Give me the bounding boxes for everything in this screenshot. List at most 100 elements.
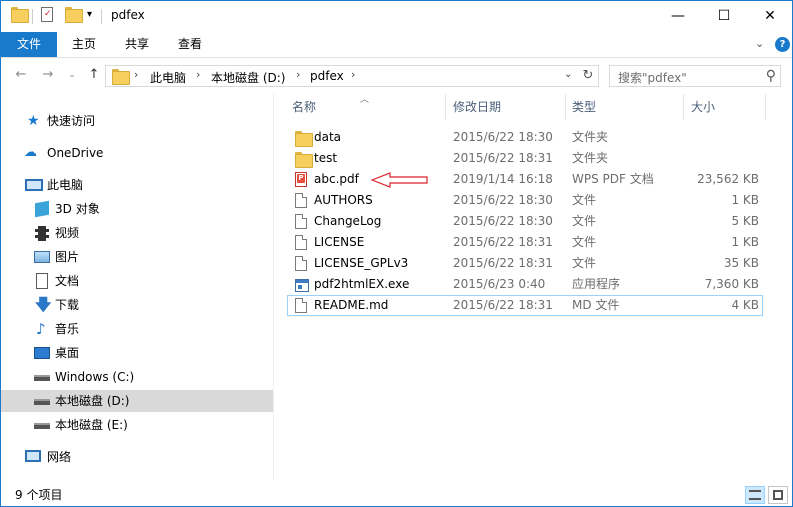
file-size: 1 KB [731, 193, 759, 207]
file-name: test [314, 151, 338, 165]
nav-label: 本地磁盘 (E:) [55, 418, 128, 432]
drive-icon [34, 399, 50, 405]
column-divider[interactable] [445, 94, 446, 120]
nav-item-music[interactable]: ♪ 音乐 [1, 318, 273, 340]
close-button[interactable]: ✕ [747, 1, 792, 31]
cloud-icon: ☁ [24, 145, 37, 160]
tab-share[interactable]: 共享 [114, 32, 160, 57]
list-item[interactable]: AUTHORS 2015/6/22 18:30 文件 1 KB [287, 190, 763, 211]
folder-icon [11, 7, 29, 27]
list-item[interactable]: README.md 2015/6/22 18:31 MD 文件 4 KB [287, 295, 763, 316]
recent-locations-icon[interactable]: ⌄ [63, 66, 81, 84]
file-name: abc.pdf [314, 172, 359, 186]
list-item[interactable]: LICENSE_GPLv3 2015/6/22 18:31 文件 35 KB [287, 253, 763, 274]
nav-label: 视频 [55, 226, 80, 240]
picture-icon [34, 251, 50, 263]
file-size: 7,360 KB [704, 277, 759, 291]
chevron-down-icon[interactable]: ⌄ [755, 37, 764, 50]
nav-network[interactable]: 网络 [1, 446, 273, 468]
nav-item-videos[interactable]: 视频 [1, 222, 273, 244]
details-view-button[interactable] [745, 486, 765, 504]
breadcrumb-drive-d[interactable]: 本地磁盘 (D:) [211, 69, 285, 86]
breadcrumb-this-pc[interactable]: 此电脑 [150, 69, 186, 86]
file-date: 2015/6/23 0:40 [453, 277, 546, 291]
navigation-bar: ← → ⌄ ↑ › 此电脑 › 本地磁盘 (D:) › pdfex › ⌄ ↻ … [1, 58, 792, 94]
list-item[interactable]: pdf2htmlEX.exe 2015/6/23 0:40 应用程序 7,360… [287, 274, 763, 295]
minimize-button[interactable]: — [655, 1, 701, 31]
maximize-button[interactable]: ☐ [701, 1, 747, 31]
navigation-pane: ★ 快速访问 ☁ OneDrive 此电脑 3D 对象 视频 图片 文档 🡇 下… [1, 94, 273, 480]
column-header-date[interactable]: 修改日期 [453, 94, 501, 120]
divider [101, 9, 102, 24]
nav-item-pictures[interactable]: 图片 [1, 246, 273, 268]
column-divider[interactable] [765, 94, 766, 120]
large-icons-view-button[interactable] [768, 486, 788, 504]
nav-label: 此电脑 [47, 178, 84, 192]
nav-item-downloads[interactable]: 🡇 下载 [1, 294, 273, 316]
list-item[interactable]: abc.pdf 2019/1/14 16:18 WPS PDF 文档 23,56… [287, 169, 763, 190]
chevron-right-icon[interactable]: › [296, 68, 300, 81]
nav-label: 本地磁盘 (D:) [55, 394, 130, 408]
forward-arrow-icon[interactable]: → [39, 66, 57, 84]
star-icon: ★ [27, 113, 40, 129]
breadcrumb-pdfex[interactable]: pdfex [310, 69, 344, 83]
column-divider[interactable] [683, 94, 684, 120]
column-header-type[interactable]: 类型 [572, 94, 596, 120]
tab-view[interactable]: 查看 [167, 32, 213, 57]
file-type: 文件 [572, 235, 597, 249]
file-type: WPS PDF 文档 [572, 172, 654, 186]
back-arrow-icon[interactable]: ← [12, 66, 30, 84]
list-item[interactable]: LICENSE 2015/6/22 18:31 文件 1 KB [287, 232, 763, 253]
address-dropdown-icon[interactable]: ⌄ [564, 69, 572, 80]
file-icon [295, 298, 307, 320]
nav-item-documents[interactable]: 文档 [1, 270, 273, 292]
nav-item-drive-c[interactable]: Windows (C:) [1, 366, 273, 388]
title-bar: ✓ ▾ pdfex — ☐ ✕ [1, 1, 792, 32]
file-date: 2015/6/22 18:30 [453, 193, 553, 207]
file-list: 名称 ︿ 修改日期 类型 大小 data 2015/6/22 18:30 文件夹… [278, 94, 792, 480]
file-size: 35 KB [723, 256, 759, 270]
file-size: 1 KB [731, 235, 759, 249]
search-input[interactable]: 搜索"pdfex" ⚲ [609, 65, 781, 87]
file-type: 文件 [572, 193, 597, 207]
file-name: data [314, 130, 342, 144]
file-type: 文件 [572, 214, 597, 228]
properties-icon[interactable]: ✓ [41, 7, 53, 27]
nav-this-pc[interactable]: 此电脑 [1, 174, 273, 196]
column-header-size[interactable]: 大小 [691, 94, 715, 120]
window-title: pdfex [111, 8, 145, 22]
chevron-right-icon[interactable]: › [134, 68, 138, 81]
file-name: LICENSE_GPLv3 [314, 256, 409, 270]
tab-home[interactable]: 主页 [61, 32, 107, 57]
arrow-shape [370, 172, 428, 188]
nav-item-drive-e[interactable]: 本地磁盘 (E:) [1, 414, 273, 436]
help-icon[interactable]: ? [775, 37, 790, 52]
nav-item-desktop[interactable]: 桌面 [1, 342, 273, 364]
chevron-right-icon[interactable]: › [196, 68, 200, 81]
nav-label: 下载 [55, 298, 80, 312]
list-item[interactable]: ChangeLog 2015/6/22 18:30 文件 5 KB [287, 211, 763, 232]
customize-quick-access-icon[interactable]: ▾ [87, 9, 92, 20]
ribbon: 文件 主页 共享 查看 ⌄ ? [1, 32, 792, 58]
file-name: pdf2htmlEX.exe [314, 277, 410, 291]
pane-divider[interactable] [273, 94, 274, 480]
nav-onedrive[interactable]: ☁ OneDrive [1, 142, 273, 164]
file-date: 2015/6/22 18:31 [453, 298, 553, 312]
refresh-button[interactable]: ↻ [578, 65, 599, 87]
new-folder-icon[interactable] [65, 7, 83, 27]
column-header-name[interactable]: 名称 [292, 94, 316, 120]
chevron-right-icon[interactable]: › [351, 68, 355, 81]
file-size: 4 KB [731, 298, 759, 312]
list-item[interactable]: test 2015/6/22 18:31 文件夹 [287, 148, 763, 169]
tab-file[interactable]: 文件 [1, 32, 57, 57]
nav-item-drive-d[interactable]: 本地磁盘 (D:) [1, 390, 273, 412]
up-arrow-icon[interactable]: ↑ [85, 66, 103, 84]
list-item[interactable]: data 2015/6/22 18:30 文件夹 [287, 127, 763, 148]
nav-item-3d-objects[interactable]: 3D 对象 [1, 198, 273, 220]
address-bar[interactable]: › 此电脑 › 本地磁盘 (D:) › pdfex › ⌄ [105, 65, 599, 87]
desktop-icon [34, 347, 50, 359]
nav-label: 图片 [55, 250, 80, 264]
nav-quick-access[interactable]: ★ 快速访问 [1, 110, 273, 132]
drive-icon [34, 375, 50, 381]
column-divider[interactable] [565, 94, 566, 120]
